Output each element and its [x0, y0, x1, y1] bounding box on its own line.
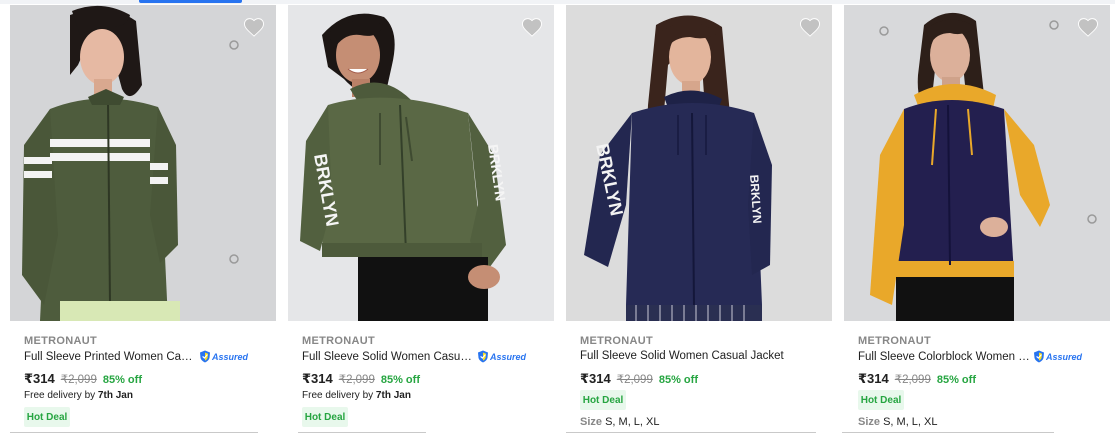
discount-percent: 85% off: [380, 374, 420, 386]
hot-deal-badge: Hot Deal: [302, 407, 348, 427]
sizes-values: S, M, L, XL: [883, 416, 938, 428]
price-row: ₹314 ₹2,099 85% off: [858, 371, 976, 387]
product-image[interactable]: [10, 5, 276, 321]
delivery-info: Free delivery by 7th Jan: [24, 390, 133, 401]
price-row: ₹314 ₹2,099 85% off: [24, 371, 142, 387]
product-image[interactable]: BRKLYN BRKLYN: [288, 5, 554, 321]
brand-name: METRONAUT: [302, 335, 375, 347]
title-row: Full Sleeve Solid Women Casual Jacket As…: [302, 350, 548, 363]
discount-percent: 85% off: [102, 374, 142, 386]
delivery-date: 7th Jan: [375, 390, 411, 401]
selling-price: ₹314: [858, 371, 889, 386]
assured-badge: Assured: [1033, 350, 1082, 363]
original-price: ₹2,099: [616, 374, 653, 386]
selling-price: ₹314: [24, 371, 55, 386]
product-grid: METRONAUT Full Sleeve Printed Women Casu…: [0, 4, 1115, 434]
sizes-label: Size: [580, 416, 603, 428]
divider-line: [842, 432, 1054, 433]
product-card[interactable]: METRONAUT Full Sleeve Printed Women Casu…: [0, 4, 277, 434]
available-sizes: Size S, M, L, XL: [858, 416, 938, 428]
product-card[interactable]: BRKLYN BRKLYN METRONAUT Full Sleeve Soli…: [278, 4, 555, 434]
product-title-link[interactable]: Full Sleeve Colorblock Women Casual Jack…: [858, 351, 1030, 363]
discount-percent: 85% off: [936, 374, 976, 386]
title-row: Full Sleeve Printed Women Casual Jacket …: [24, 350, 270, 363]
price-row: ₹314 ₹2,099 85% off: [302, 371, 420, 387]
product-listing-page: METRONAUT Full Sleeve Printed Women Casu…: [0, 0, 1115, 434]
wishlist-heart-icon[interactable]: [1076, 15, 1100, 39]
product-title-link[interactable]: Full Sleeve Solid Women Casual Jacket: [302, 351, 474, 363]
assured-badge: Assured: [199, 350, 248, 363]
divider-line: [298, 432, 426, 433]
divider-line: [566, 432, 816, 433]
sizes-values: S, M, L, XL: [605, 416, 660, 428]
discount-percent: 85% off: [658, 374, 698, 386]
product-title-link[interactable]: Full Sleeve Solid Women Casual Jacket: [580, 350, 784, 362]
model-photo: BRKLYN BRKLYN: [566, 5, 832, 321]
product-title-link[interactable]: Full Sleeve Printed Women Casual Jacket: [24, 351, 196, 363]
original-price: ₹2,099: [338, 374, 375, 386]
product-image[interactable]: BRKLYN BRKLYN: [566, 5, 832, 321]
delivery-prefix: Free delivery by: [24, 390, 96, 401]
assured-shield-icon: [200, 350, 210, 363]
model-photo: BRKLYN BRKLYN: [288, 5, 554, 321]
model-photo: [844, 5, 1110, 321]
brand-name: METRONAUT: [858, 335, 931, 347]
sizes-label: Size: [858, 416, 881, 428]
brand-name: METRONAUT: [580, 335, 653, 347]
hot-deal-badge: Hot Deal: [858, 390, 904, 410]
hot-deal-badge: Hot Deal: [24, 407, 70, 427]
delivery-date: 7th Jan: [97, 390, 133, 401]
title-row: Full Sleeve Colorblock Women Casual Jack…: [858, 350, 1104, 363]
brand-name: METRONAUT: [24, 335, 97, 347]
wishlist-heart-icon[interactable]: [520, 15, 544, 39]
hot-deal-badge: Hot Deal: [580, 390, 626, 410]
title-row: Full Sleeve Solid Women Casual Jacket: [580, 350, 826, 362]
selling-price: ₹314: [302, 371, 333, 386]
price-row: ₹314 ₹2,099 85% off: [580, 371, 698, 387]
model-photo: [10, 5, 276, 321]
product-image[interactable]: [844, 5, 1110, 321]
jacket-shape: [40, 98, 168, 321]
wishlist-heart-icon[interactable]: [798, 15, 822, 39]
active-tab-indicator: [139, 0, 242, 3]
selling-price: ₹314: [580, 371, 611, 386]
assured-label: Assured: [1046, 351, 1083, 362]
assured-shield-icon: [1034, 350, 1044, 363]
original-price: ₹2,099: [894, 374, 931, 386]
available-sizes: Size S, M, L, XL: [580, 416, 660, 428]
delivery-info: Free delivery by 7th Jan: [302, 390, 411, 401]
original-price: ₹2,099: [60, 374, 97, 386]
assured-badge: Assured: [477, 350, 526, 363]
delivery-prefix: Free delivery by: [302, 390, 374, 401]
assured-label: Assured: [490, 351, 527, 362]
divider-line: [10, 432, 258, 433]
wishlist-heart-icon[interactable]: [242, 15, 266, 39]
assured-shield-icon: [478, 350, 488, 363]
product-card[interactable]: METRONAUT Full Sleeve Colorblock Women C…: [834, 4, 1111, 434]
product-card[interactable]: BRKLYN BRKLYN METRONAUT Full Sleeve Soli…: [556, 4, 833, 434]
assured-label: Assured: [212, 351, 249, 362]
